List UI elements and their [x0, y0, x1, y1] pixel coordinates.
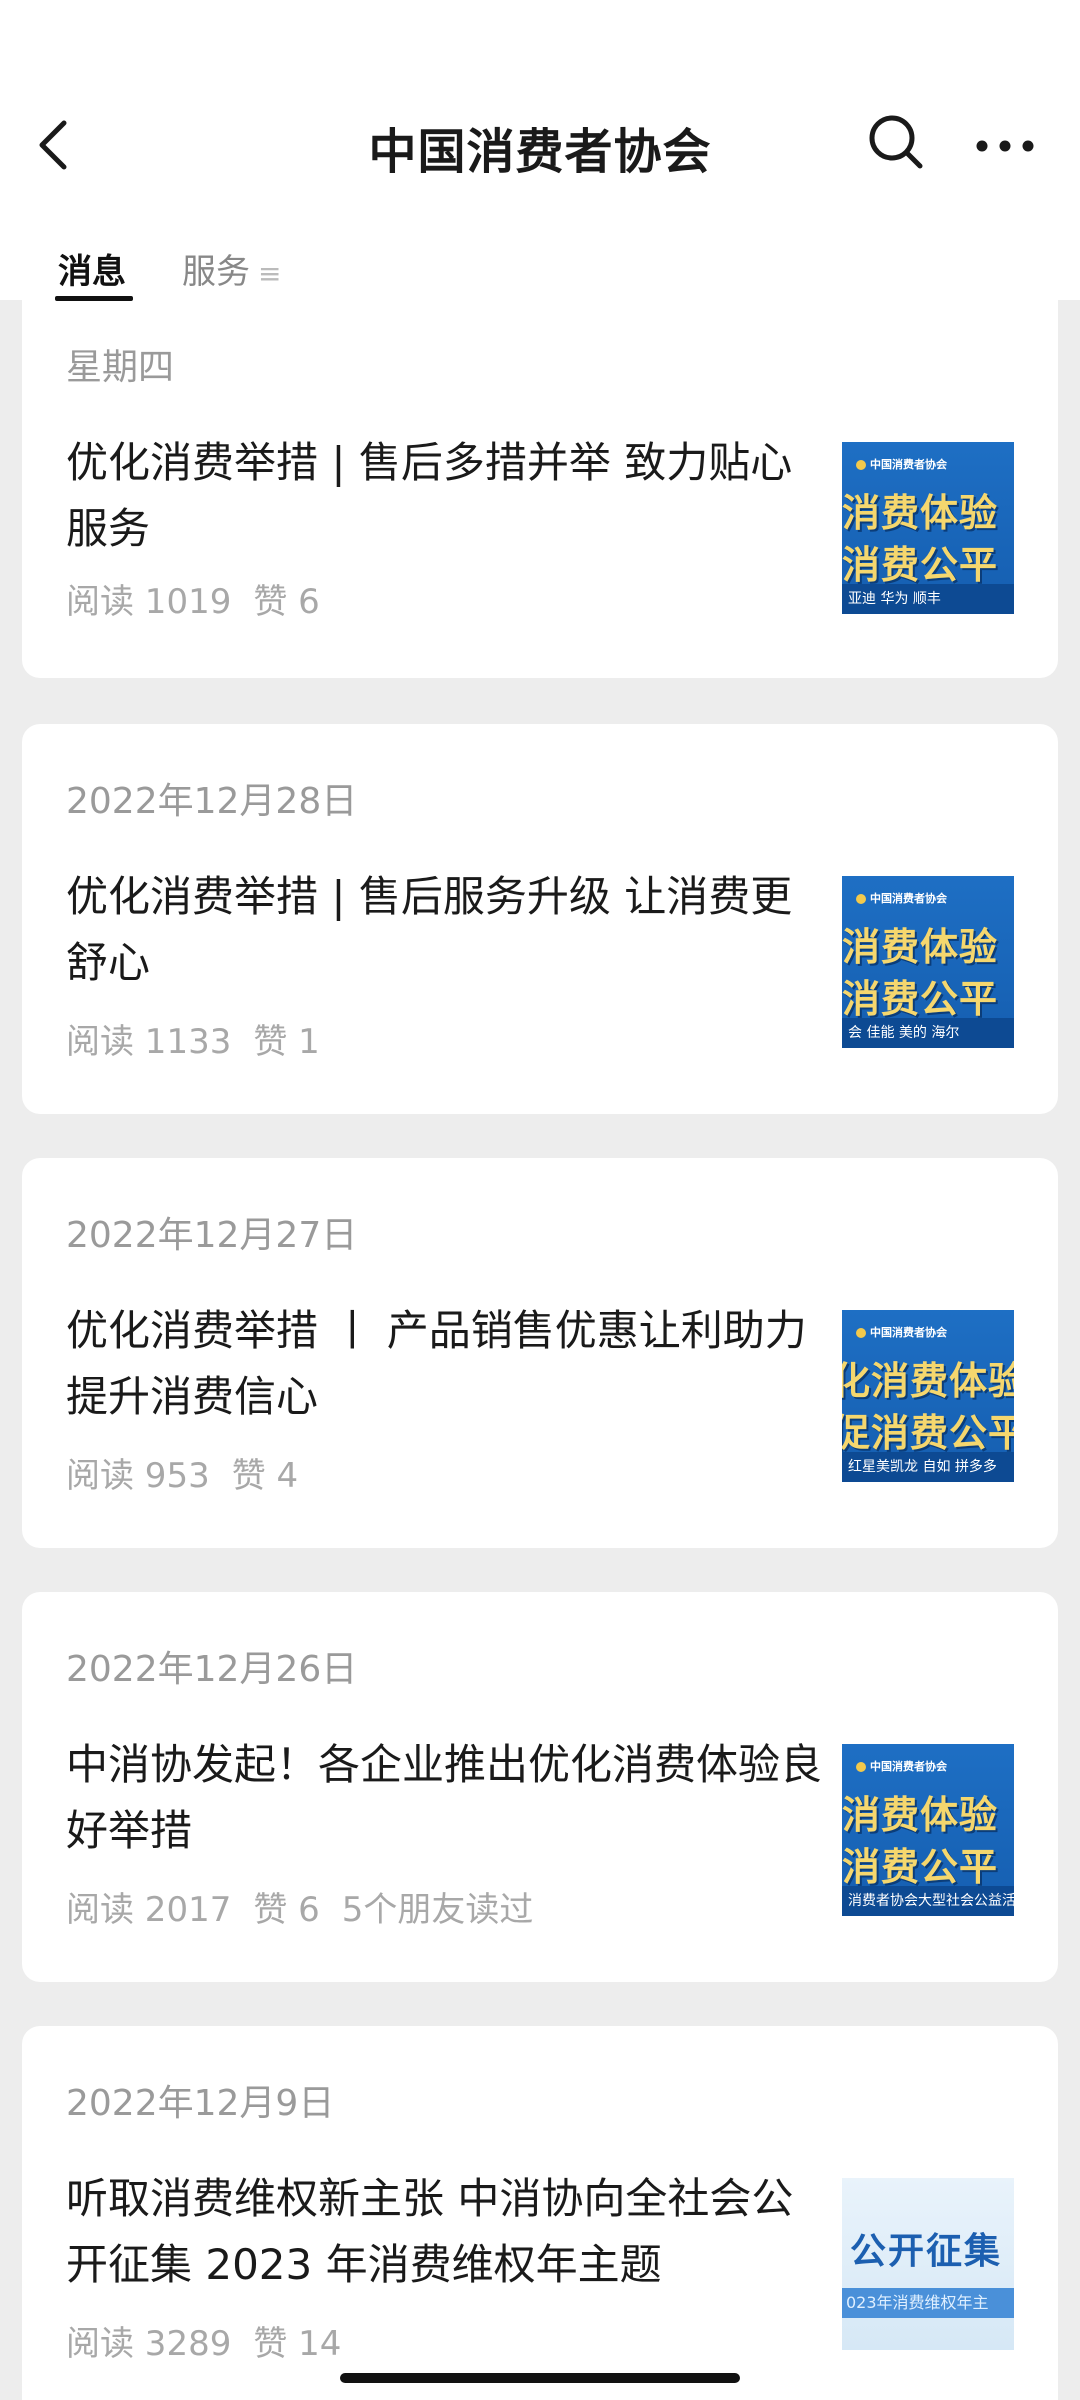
- friends-read: 5个朋友读过: [341, 1890, 534, 1930]
- article-thumbnail[interactable]: 中国消费者协会 消费体验 消费公平 亚迪 华为 顺丰: [842, 442, 1014, 614]
- article-card[interactable]: 2022年12月27日 优化消费举措 丨 产品销售优惠让利助力提升消费信心 阅读…: [22, 1158, 1058, 1548]
- home-indicator[interactable]: [340, 2373, 740, 2383]
- thumbnail-line1: 化消费体验: [842, 1359, 1014, 1403]
- thumbnail-headline: 公开征集: [850, 2231, 1003, 2272]
- article-date: 2022年12月26日: [66, 1649, 358, 1690]
- article-title[interactable]: 优化消费举措 | 售后服务升级 让消费更舒心: [66, 864, 826, 996]
- article-meta: 阅读 1133 赞 1: [66, 1014, 342, 1063]
- article-card[interactable]: 2022年12月28日 优化消费举措 | 售后服务升级 让消费更舒心 阅读 11…: [22, 724, 1058, 1114]
- thumbnail-line1: 消费体验: [842, 1793, 999, 1837]
- thumbnail-org: 中国消费者协会: [856, 1758, 947, 1774]
- read-count: 阅读 953: [66, 1456, 210, 1496]
- article-date: 2022年12月9日: [66, 2083, 335, 2124]
- like-count: 赞 14: [253, 2324, 342, 2364]
- article-meta: 阅读 3289 赞 14: [66, 2316, 363, 2365]
- read-count: 阅读 1133: [66, 1022, 232, 1062]
- article-card[interactable]: 2022年12月9日 听取消费维权新主张 中消协向全社会公开征集 2023 年消…: [22, 2026, 1058, 2400]
- thumbnail-line2: 促消费公平: [842, 1411, 1014, 1455]
- menu-lines-icon: ≡: [258, 257, 282, 290]
- article-meta: 阅读 2017 赞 6 5个朋友读过: [66, 1882, 555, 1931]
- article-title[interactable]: 中消协发起！各企业推出优化消费体验良好举措: [66, 1732, 826, 1864]
- thumbnail-footer: 会 佳能 美的 海尔: [842, 1018, 1014, 1048]
- thumbnail-line2: 消费公平: [842, 1845, 999, 1889]
- thumbnail-footer: 红星美凯龙 自如 拼多多: [842, 1452, 1014, 1482]
- thumbnail-org: 中国消费者协会: [856, 890, 947, 906]
- tab-messages[interactable]: 消息: [58, 244, 126, 293]
- tab-services-label: 服务: [182, 252, 250, 292]
- article-thumbnail[interactable]: 公开征集 023年消费维权年主: [842, 2178, 1014, 2350]
- thumbnail-org: 中国消费者协会: [856, 456, 947, 472]
- read-count: 阅读 1019: [66, 582, 232, 622]
- article-thumbnail[interactable]: 中国消费者协会 消费体验 消费公平 消费者协会大型社会公益活动: [842, 1744, 1014, 1916]
- article-title[interactable]: 优化消费举措 丨 产品销售优惠让利助力提升消费信心: [66, 1298, 826, 1430]
- active-tab-indicator: [55, 296, 133, 301]
- thumbnail-line2: 消费公平: [842, 977, 999, 1021]
- read-count: 阅读 2017: [66, 1890, 232, 1930]
- article-thumbnail[interactable]: 中国消费者协会 消费体验 消费公平 会 佳能 美的 海尔: [842, 876, 1014, 1048]
- article-title[interactable]: 优化消费举措 | 售后多措并举 致力贴心服务: [66, 430, 826, 562]
- more-horizontal-icon: [976, 140, 1034, 152]
- like-count: 赞 4: [231, 1456, 299, 1496]
- like-count: 赞 6: [253, 1890, 320, 1930]
- article-meta: 阅读 1019 赞 6: [66, 574, 342, 623]
- like-count: 赞 6: [253, 582, 320, 622]
- thumbnail-footer: 消费者协会大型社会公益活动: [842, 1886, 1014, 1916]
- article-meta: 阅读 953 赞 4: [66, 1448, 320, 1497]
- more-options-button[interactable]: [972, 112, 1038, 172]
- article-date: 2022年12月27日: [66, 1215, 358, 1256]
- article-thumbnail[interactable]: 中国消费者协会 化消费体验 促消费公平 红星美凯龙 自如 拼多多: [842, 1310, 1014, 1482]
- top-navigation-bar: 中国消费者协会 消息 服务 ≡: [0, 0, 1080, 301]
- search-button[interactable]: [866, 112, 926, 172]
- article-date: 星期四: [66, 347, 175, 388]
- thumbnail-footer: 亚迪 华为 顺丰: [842, 584, 1014, 614]
- thumbnail-line1: 消费体验: [842, 491, 999, 535]
- read-count: 阅读 3289: [66, 2324, 232, 2364]
- thumbnail-line1: 消费体验: [842, 925, 999, 969]
- article-card[interactable]: 2022年12月26日 中消协发起！各企业推出优化消费体验良好举措 阅读 201…: [22, 1592, 1058, 1982]
- article-title[interactable]: 听取消费维权新主张 中消协向全社会公开征集 2023 年消费维权年主题: [66, 2166, 826, 2298]
- search-icon: [869, 115, 923, 169]
- article-date: 2022年12月28日: [66, 781, 358, 822]
- thumbnail-org: 中国消费者协会: [856, 1324, 947, 1340]
- tab-services[interactable]: 服务 ≡: [182, 244, 281, 293]
- like-count: 赞 1: [253, 1022, 320, 1062]
- thumbnail-subline: 023年消费维权年主: [842, 2288, 1014, 2318]
- thumbnail-line2: 消费公平: [842, 543, 999, 587]
